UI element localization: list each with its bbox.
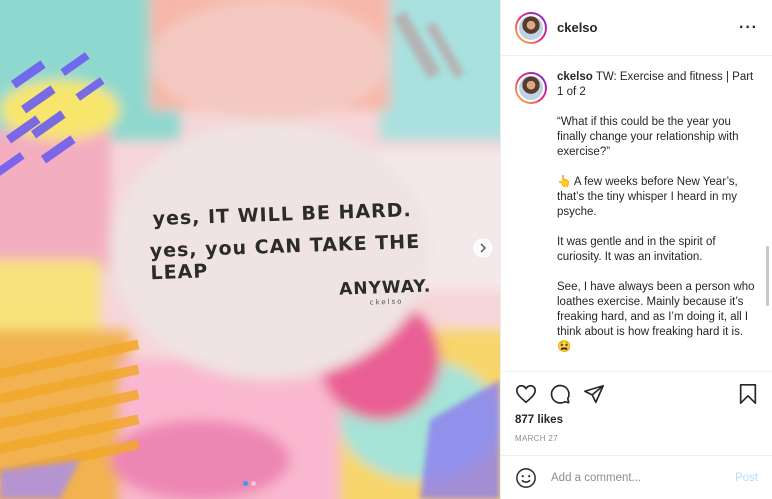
caption-scrollbar[interactable]: [766, 246, 769, 306]
avatar-image: [517, 74, 545, 102]
more-horizontal-icon[interactable]: ···: [739, 19, 758, 35]
action-bar: 877 likes MARCH 27: [501, 371, 772, 455]
caption-avatar[interactable]: [515, 72, 547, 104]
action-icons: [515, 380, 758, 408]
caption-paragraph: 👆 A few weeks before New Year’s, that’s …: [557, 176, 738, 218]
post-header: ckelso ···: [501, 0, 772, 56]
chevron-right-icon: [480, 243, 487, 253]
post-media[interactable]: yes, IT WILL BE HARD. yes, you CAN TAKE …: [0, 0, 500, 499]
carousel-dot-2: [251, 481, 256, 486]
like-count[interactable]: 877 likes: [515, 414, 758, 426]
post-sidebar: ckelso ··· ckelso TW: Exercise and fitne…: [500, 0, 772, 499]
comment-icon[interactable]: [549, 383, 571, 405]
carousel-dot-1: [243, 481, 248, 486]
quote-line-2: yes, you CAN TAKE THE LEAP: [149, 230, 421, 285]
header-username[interactable]: ckelso: [557, 20, 597, 35]
comment-box: Post: [501, 455, 772, 499]
instagram-post: yes, IT WILL BE HARD. yes, you CAN TAKE …: [0, 0, 772, 499]
artwork-quote: yes, IT WILL BE HARD. yes, you CAN TAKE …: [148, 198, 452, 314]
avatar-image: [517, 13, 545, 42]
next-slide-button[interactable]: [472, 237, 494, 259]
caption-paragraph: It was gentle and in the spirit of curio…: [557, 236, 716, 263]
caption-paragraph: “What if this could be the year you fina…: [557, 116, 739, 158]
caption-row: ckelso TW: Exercise and fitness | Part 1…: [515, 70, 756, 370]
post-date: MARCH 27: [515, 434, 558, 443]
caption-username[interactable]: ckelso: [557, 71, 593, 83]
bookmark-icon[interactable]: [738, 383, 758, 405]
post-comment-button[interactable]: Post: [735, 472, 758, 484]
comment-input[interactable]: [549, 470, 735, 485]
heart-icon[interactable]: [515, 383, 537, 405]
share-icon[interactable]: [583, 383, 605, 405]
carousel-indicator: [243, 481, 256, 486]
caption-text: ckelso TW: Exercise and fitness | Part 1…: [557, 70, 756, 370]
caption-paragraph: See, I have always been a person who loa…: [557, 281, 755, 353]
caption-area: ckelso TW: Exercise and fitness | Part 1…: [501, 56, 772, 371]
emoji-icon[interactable]: [515, 467, 537, 489]
avatar[interactable]: [515, 11, 547, 44]
